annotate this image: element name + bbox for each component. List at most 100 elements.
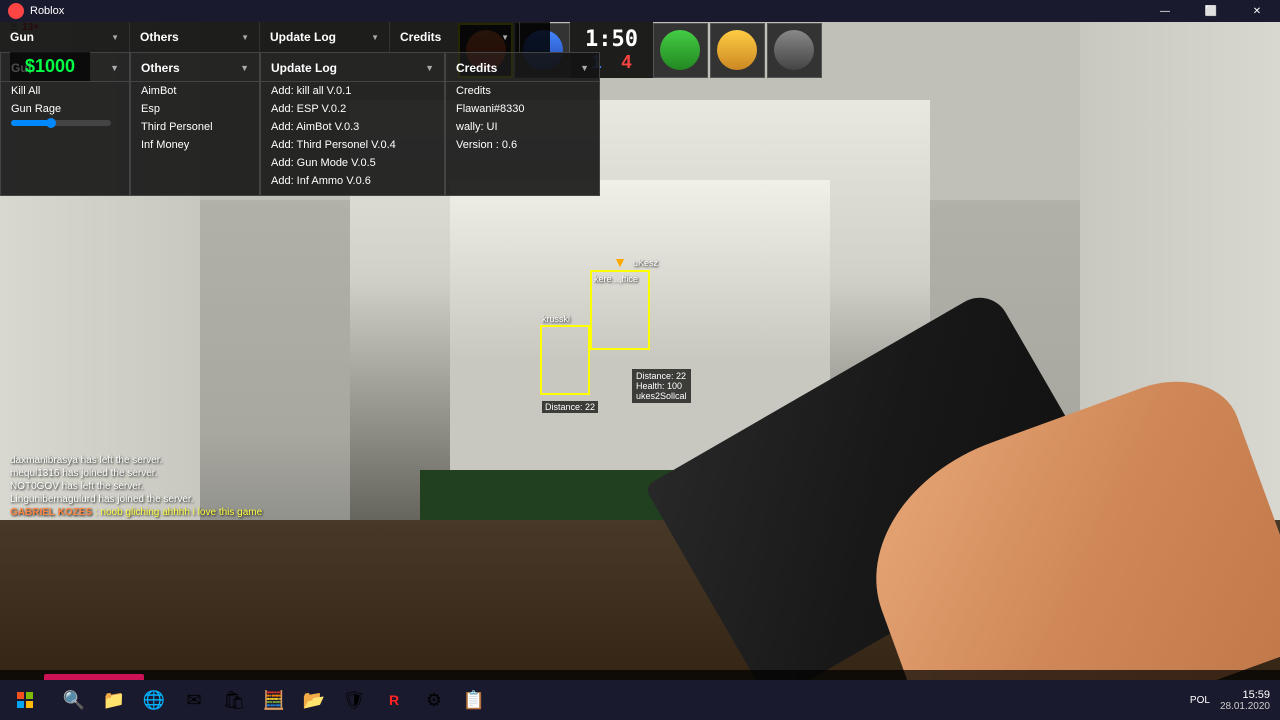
chat-msg-1: mequl1316 has joined the server.: [10, 468, 262, 479]
credits-title-item: Credits: [446, 82, 599, 100]
lang-indicator: POL: [1190, 695, 1210, 706]
minimize-button[interactable]: —: [1142, 0, 1188, 22]
esp-player-label-1: kere...,ffice: [594, 274, 638, 284]
gun-rage-item[interactable]: Gun Rage: [1, 100, 129, 118]
chat-text-0: daxmanlbrasya has left the server.: [10, 455, 162, 466]
menu-bar: Gun ▼ Others ▼ Update Log ▼ Credits ▼: [0, 22, 550, 52]
others-toggle[interactable]: ▼: [240, 63, 249, 73]
credits-toggle[interactable]: ▼: [580, 63, 589, 73]
esp-item[interactable]: Esp: [131, 100, 259, 118]
chat-msg-0: daxmanlbrasya has left the server.: [10, 455, 262, 466]
taskbar-clock: 15:59 28.01.2020: [1220, 689, 1270, 712]
clock-date: 28.01.2020: [1220, 701, 1270, 712]
update-toggle[interactable]: ▼: [425, 63, 434, 73]
update-item-4[interactable]: Add: Gun Mode V.0.5: [261, 154, 444, 172]
inf-money-item[interactable]: Inf Money: [131, 136, 259, 154]
chat-name-4: GABRIEL KOZES: [10, 507, 92, 518]
update-item-2[interactable]: Add: AimBot V.0.3: [261, 118, 444, 136]
team2-avatars: [653, 23, 822, 78]
money-display: $1000: [10, 52, 90, 81]
roblox-icon[interactable]: R: [375, 681, 413, 719]
gun-shape: [580, 240, 1280, 720]
gun-slider-container: [1, 118, 129, 131]
others-menu[interactable]: Others ▼: [130, 22, 260, 52]
update-item-3[interactable]: Add: Third Personel V.0.4: [261, 136, 444, 154]
credits-panel-title: Credits ▼: [446, 58, 599, 82]
sys-tray: POL: [1190, 695, 1210, 706]
chat-text-1: mequl1316 has joined the server.: [10, 468, 157, 479]
update-log-panel-title: Update Log ▼: [261, 58, 444, 82]
close-button[interactable]: ✕: [1234, 0, 1280, 22]
chat-text-2: NOT0GOV has left the server.: [10, 481, 143, 492]
chat-log: daxmanlbrasya has left the server. mequl…: [10, 455, 262, 520]
gun-toggle[interactable]: ▼: [110, 63, 119, 73]
store-icon[interactable]: 🛍: [215, 681, 253, 719]
maximize-button[interactable]: ⬜: [1188, 0, 1234, 22]
update-log-menu-arrow: ▼: [371, 33, 379, 42]
update-item-5[interactable]: Add: Inf Ammo V.0.6: [261, 172, 444, 190]
win-taskbar: 🔍 📁 🌐 ✉ 🛍 🧮 📂 🛡 R ⚙ 📋 POL 15:59 28.01.20…: [0, 680, 1280, 720]
avatar-face-3: [660, 30, 700, 70]
third-personel-item[interactable]: Third Personel: [131, 118, 259, 136]
gun-menu-arrow: ▼: [111, 33, 119, 42]
credits-menu-label: Credits: [400, 30, 441, 44]
credits-wally-item: wally: UI: [446, 118, 599, 136]
chat-message-4: noob gliching ahhhh i love this game: [100, 507, 262, 518]
others-menu-arrow: ▼: [241, 33, 249, 42]
aimbot-item[interactable]: AimBot: [131, 82, 259, 100]
steam-icon[interactable]: ⚙: [415, 681, 453, 719]
avatar-4: [710, 23, 765, 78]
avatar-3: [653, 23, 708, 78]
taskbar-right: POL 15:59 28.01.2020: [1190, 689, 1280, 712]
app-icon: [8, 3, 24, 19]
credits-author-item: Flawani#8330: [446, 100, 599, 118]
gun-slider-thumb[interactable]: [46, 118, 56, 128]
credits-menu[interactable]: Credits ▼: [390, 22, 520, 52]
update-log-menu-label: Update Log: [270, 30, 336, 44]
esp-player-info-1: Distance: 22 Health: 100 ukes2Sollcal: [632, 369, 691, 403]
window-title: Roblox: [30, 5, 64, 17]
folder-icon[interactable]: 📂: [295, 681, 333, 719]
taskbar-icons: 🔍 📁 🌐 ✉ 🛍 🧮 📂 🛡 R ⚙ 📋: [50, 681, 1190, 719]
others-panel-title: Others ▼: [131, 58, 259, 82]
start-button[interactable]: [0, 680, 50, 720]
others-panel: Others ▼ AimBot Esp Third Personel Inf M…: [130, 52, 260, 196]
update-log-panel: Update Log ▼ Add: kill all V.0.1 Add: ES…: [260, 52, 445, 196]
update-log-menu[interactable]: Update Log ▼: [260, 22, 390, 52]
search-taskbar-icon[interactable]: 🔍: [55, 681, 93, 719]
esp-player-name-1: uKesz: [633, 258, 658, 268]
credits-panel: Credits ▼ Credits Flawani#8330 wally: UI…: [445, 52, 600, 196]
browser-icon[interactable]: 🌐: [135, 681, 173, 719]
team2-score: 4: [621, 52, 631, 73]
avatar-5: [767, 23, 822, 78]
clock-time: 15:59: [1220, 689, 1270, 701]
gun-menu-label: Gun: [10, 30, 34, 44]
score-timer: 1:50: [585, 27, 638, 52]
esp-box-1: ▼ uKesz kere...,ffice Distance: 22 Healt…: [590, 270, 650, 350]
esp-player-info-2: Distance: 22: [542, 401, 598, 413]
others-menu-label: Others: [140, 30, 179, 44]
update-item-0[interactable]: Add: kill all V.0.1: [261, 82, 444, 100]
avatar-face-5: [774, 30, 814, 70]
update-item-1[interactable]: Add: ESP V.0.2: [261, 100, 444, 118]
credits-version-item: Version : 0.6: [446, 136, 599, 154]
chat-msg-3: Lingunibernagulurd has joined the server…: [10, 494, 262, 505]
chat-text-3: Lingunibernagulurd has joined the server…: [10, 494, 193, 505]
gun-slider[interactable]: [11, 120, 111, 126]
calculator-icon[interactable]: 🧮: [255, 681, 293, 719]
esp-box-2: krusski Distance: 22: [540, 325, 590, 395]
avatar-face-4: [717, 30, 757, 70]
chat-msg-2: NOT0GOV has left the server.: [10, 481, 262, 492]
chat-msg-4: GABRIEL KOZES : noob gliching ahhhh i lo…: [10, 507, 262, 518]
kill-all-item[interactable]: Kill All: [1, 82, 129, 100]
title-bar: Roblox — ⬜ ✕: [0, 0, 1280, 22]
app2-icon[interactable]: 📋: [455, 681, 493, 719]
file-explorer-icon[interactable]: 📁: [95, 681, 133, 719]
esp-triangle-1: ▼: [613, 254, 627, 270]
shield-icon[interactable]: 🛡: [335, 681, 373, 719]
gun-menu[interactable]: Gun ▼: [0, 22, 130, 52]
credits-menu-arrow: ▼: [501, 33, 509, 42]
esp-player-name-2: krusski: [542, 314, 570, 324]
gun-slider-fill: [11, 120, 51, 126]
mail-icon[interactable]: ✉: [175, 681, 213, 719]
